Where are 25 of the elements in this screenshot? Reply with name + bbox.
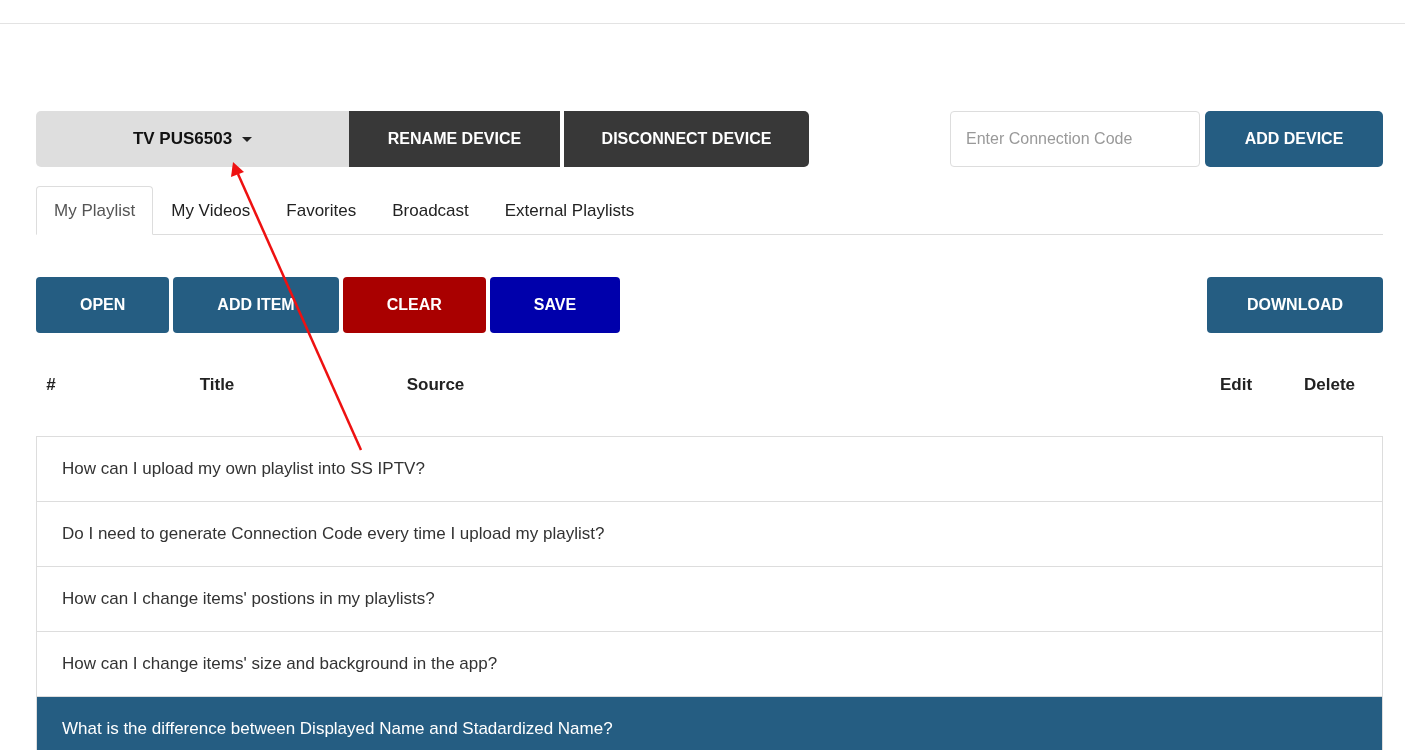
tab[interactable]: External Playlists [486, 186, 653, 235]
column-header: Delete [1303, 374, 1356, 395]
download-button[interactable]: DOWNLOAD [1207, 277, 1383, 333]
faq-item[interactable]: How can I change items' postions in my playlists? [37, 567, 1382, 632]
toolbar-button[interactable]: CLEAR [342, 277, 486, 333]
column-header: Title [198, 374, 236, 395]
tab[interactable]: Favorites [268, 186, 375, 235]
tab[interactable]: My Playlist [36, 186, 154, 235]
faq-item[interactable]: How can I upload my own playlist into SS IPTV? [37, 437, 1382, 502]
tab[interactable]: Broadcast [374, 186, 487, 235]
device-dropdown[interactable]: TV PUS6503 [36, 111, 349, 167]
column-header: Source [405, 374, 466, 395]
caret-icon [242, 136, 253, 142]
toolbar-button[interactable]: SAVE [489, 277, 621, 333]
faq-item[interactable]: What is the difference between Displayed Name and Stadardized Name? [37, 697, 1382, 750]
toolbar-button[interactable]: OPEN [36, 277, 170, 333]
connection-code-field[interactable]: Enter Connection Code [950, 111, 1200, 167]
faq-item[interactable]: Do I need to generate Connection Code every time I upload my playlist? [37, 502, 1382, 567]
toolbar-button[interactable]: ADD ITEM [173, 277, 339, 333]
device-action-button[interactable]: DISCONNECT DEVICE [564, 111, 809, 167]
column-header: # [45, 374, 57, 395]
device-action-button[interactable]: RENAME DEVICE [349, 111, 560, 167]
add-device-button[interactable]: ADD DEVICE [1205, 111, 1383, 167]
tab[interactable]: My Videos [153, 186, 269, 235]
column-header: Edit [1218, 374, 1254, 395]
